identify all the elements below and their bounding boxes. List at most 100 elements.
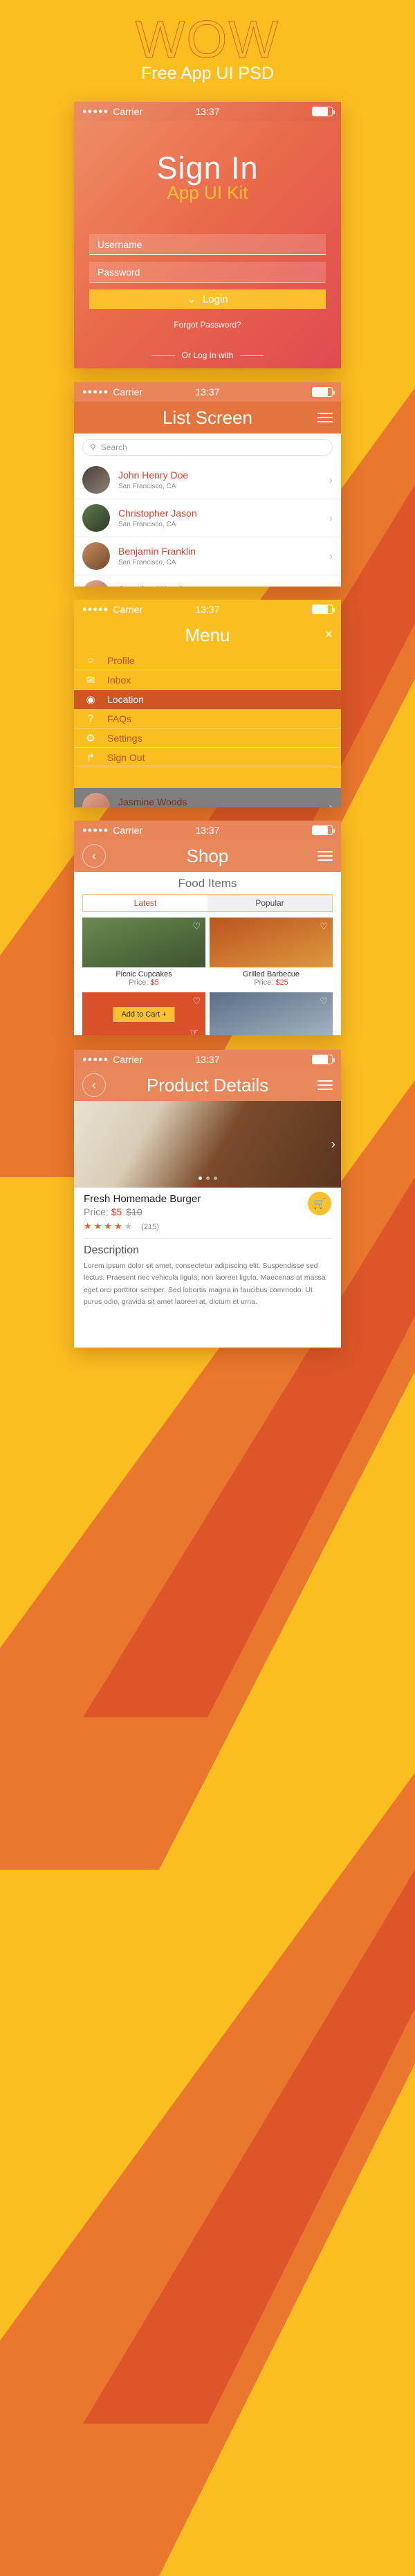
clock-label: 13:37 (195, 1054, 220, 1065)
contact-name: Christopher Jason (118, 508, 197, 519)
hamburger-icon[interactable] (317, 413, 333, 422)
heart-outline-icon[interactable]: ♡ (320, 996, 328, 1007)
password-input[interactable]: Password (89, 262, 326, 283)
star-icon[interactable]: ★ (94, 1221, 104, 1231)
product-caption: Grilled Barbecue Price: $25 (210, 967, 333, 988)
price-original: $10 (126, 1206, 142, 1217)
status-bar: ●●●●● Carrier 13:37 (74, 600, 341, 619)
product-card[interactable]: ♡Add to Cart +☞Healthy PastaPrice: $5 (82, 992, 205, 1035)
login-button-label: Login (202, 293, 228, 305)
section-heading: Food Items (178, 877, 237, 890)
hand-pointer-icon: ☞ (190, 1026, 199, 1035)
product-price: Price: $5 (129, 978, 159, 987)
status-bar: ●●●●● Carrier 13:37 (74, 382, 341, 402)
heart-outline-icon[interactable]: ♡ (192, 996, 201, 1007)
list-item-text: Jasmine WoodsSan Francisco, CA (118, 584, 325, 587)
screen-menu: ●●●●● Carrier 13:37 Menu × ○ Profile ✉ Inbo… (74, 600, 341, 807)
product-price: Price: $5 $10 (84, 1206, 331, 1217)
menu-item-inbox[interactable]: ✉ Inbox (74, 670, 341, 690)
price-current: $5 (111, 1206, 122, 1217)
chevron-left-icon[interactable]: ‹ (82, 844, 106, 868)
clock-label: 13:37 (195, 106, 220, 117)
star-icon[interactable]: ★ (114, 1221, 124, 1231)
chevron-right-icon[interactable]: › (329, 474, 333, 486)
user-icon: ○ (87, 654, 94, 666)
battery-icon (312, 605, 335, 614)
navigation-bar: Menu × (74, 619, 341, 651)
chevron-right-icon[interactable]: › (331, 1136, 335, 1152)
page-title: Menu (185, 624, 230, 645)
star-icon[interactable]: ★ (124, 1221, 135, 1231)
contact-list: John Henry Doe San Francisco, CA › Christop… (74, 461, 341, 587)
list-item[interactable]: Jasmine WoodsSan Francisco, CA › (74, 788, 341, 807)
menu-item-settings[interactable]: ⚙ Settings (74, 728, 341, 748)
page-title: List Screen (162, 406, 253, 428)
list-item[interactable]: Benjamin Franklin San Francisco, CA › (74, 537, 341, 575)
navigation-bar: ‹ Product Details (74, 1069, 341, 1101)
product-thumbnail: ♡ (82, 918, 205, 967)
menu-item-location[interactable]: ◉ Location (74, 690, 341, 709)
heart-outline-icon[interactable]: ♡ (320, 921, 328, 932)
product-price: Price: $25 (254, 978, 288, 987)
hero-subtitle: Free App UI PSD (141, 64, 274, 83)
add-to-cart-button[interactable]: Add to Cart + (113, 1006, 175, 1022)
pin-icon: ◉ (86, 693, 95, 706)
menu-item-sign-out[interactable]: ↱ Sign Out (74, 748, 341, 767)
product-thumbnail: ♡ (210, 992, 333, 1035)
menu-list: ○ Profile ✉ Inbox ◉ Location? FAQs ⚙ Settings ↱ Si… (74, 651, 341, 767)
menu-item-label: FAQs (107, 713, 132, 724)
status-bar: ●●●●● Carrier 13:37 (74, 102, 341, 121)
clock-label: 13:37 (195, 386, 220, 397)
star-icon[interactable]: ★ (84, 1221, 94, 1231)
divider-right (240, 355, 264, 356)
chevron-right-icon[interactable]: › (329, 512, 333, 524)
star-icon[interactable]: ★ (104, 1221, 114, 1231)
product-card[interactable]: ♡ Grilled Barbecue Price: $25 (210, 918, 333, 988)
list-item[interactable]: Christopher Jason San Francisco, CA › (74, 499, 341, 537)
hamburger-icon[interactable] (317, 851, 333, 861)
avatar (82, 466, 110, 494)
list-item-text: Jasmine WoodsSan Francisco, CA (118, 796, 325, 807)
forgot-password-link[interactable]: Forgot Password? (74, 320, 341, 330)
menu-item-profile[interactable]: ○ Profile (74, 651, 341, 670)
hamburger-icon[interactable] (317, 1080, 333, 1090)
shopping-cart-icon[interactable]: 🛒 (308, 1192, 331, 1215)
username-input[interactable]: Username (89, 234, 326, 255)
search-input[interactable]: ⚲ Search (82, 439, 333, 456)
status-bar: ●●●●● Carrier 13:37 (74, 821, 341, 840)
product-info: 🛒 Fresh Homemade Burger Price: $5 $10 ★★★… (74, 1188, 341, 1232)
menu-item-faqs[interactable]: ? FAQs (74, 709, 341, 728)
page-title: Product Details (146, 1074, 269, 1095)
chevron-left-icon[interactable]: ‹ (82, 1073, 106, 1097)
background-contact-list: Jasmine WoodsSan Francisco, CA›Rose Mary… (74, 788, 341, 807)
sign-in-title: Sign In (156, 150, 259, 186)
screen-sign-in: ●●●●● Carrier 13:37 Sign In App UI Kit U… (74, 102, 341, 368)
screen-product-details: ●●●●● Carrier 13:37 ‹ Product Details › … (74, 1050, 341, 1348)
close-icon[interactable]: × (324, 627, 333, 643)
product-card[interactable]: ♡ Picnic Cupcakes Price: $5 (82, 918, 205, 988)
divider-left (151, 355, 175, 356)
menu-item-label: Inbox (107, 674, 131, 686)
chevron-right-icon[interactable]: › (329, 801, 333, 808)
product-name: Grilled Barbecue (243, 970, 299, 978)
price-prefix: Price: (84, 1206, 111, 1217)
rating-stars[interactable]: ★★★★★ (215) (84, 1221, 331, 1232)
product-card[interactable]: ♡Morning BreakfastPrice: $25 (210, 992, 333, 1035)
contact-name: Benjamin Franklin (118, 546, 196, 557)
list-item[interactable]: John Henry Doe San Francisco, CA › (74, 461, 341, 499)
list-item-text: John Henry Doe San Francisco, CA (118, 469, 325, 490)
screen-list: ●●●●● Carrier 13:37 List Screen ⚲ Search… (74, 382, 341, 587)
login-button[interactable]: ⌄ Login (89, 289, 326, 309)
tab-popular[interactable]: Popular (208, 895, 332, 911)
sign-in-subtitle: App UI Kit (167, 182, 248, 203)
exit-arrow-icon: ↱ (86, 751, 95, 764)
heart-outline-icon[interactable]: ♡ (192, 921, 201, 932)
list-item[interactable]: Jasmine WoodsSan Francisco, CA› (74, 575, 341, 587)
search-icon: ⚲ (90, 442, 96, 452)
list-item-text: Christopher Jason San Francisco, CA (118, 508, 325, 528)
menu-spacer (74, 767, 341, 788)
chevron-right-icon[interactable]: › (329, 551, 333, 562)
chevron-down-icon: ⌄ (187, 294, 196, 305)
tab-latest[interactable]: Latest (83, 895, 208, 911)
gear-icon: ⚙ (86, 732, 95, 744)
